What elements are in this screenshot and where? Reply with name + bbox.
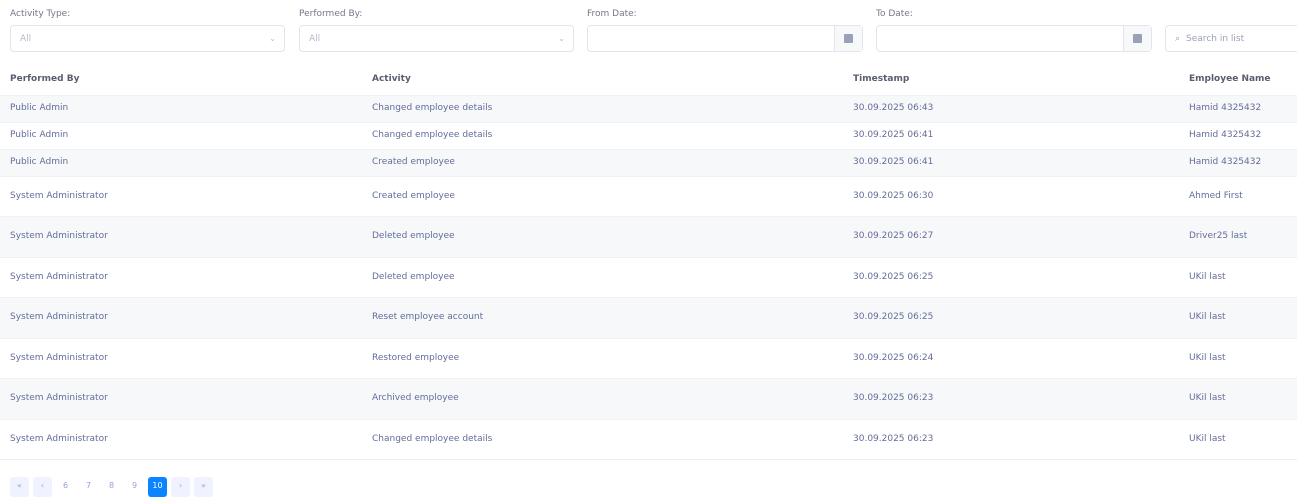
page-button-active[interactable]: 10 — [148, 477, 167, 497]
timestamp-cell: 30.09.2025 06:23 — [853, 433, 934, 444]
activity-cell: Created employee — [372, 190, 455, 201]
employee-name-cell: Driver25 last — [1179, 216, 1297, 257]
activity-cell: Changed employee details — [372, 433, 493, 444]
timestamp-cell: 30.09.2025 06:24 — [853, 352, 934, 363]
from-date-filter: From Date: — [587, 9, 863, 52]
search-filter: ⌕ Search in list — [1165, 9, 1297, 52]
employee-name-cell: Hamid 4325432 — [1179, 149, 1297, 176]
table-row[interactable]: Public Admin Created employee 30.09.2025 0… — [0, 149, 1297, 176]
activity-type-filter: Activity Type: All ⌄ — [10, 9, 285, 52]
page-button[interactable]: 7 — [79, 477, 98, 497]
performed-by-select[interactable]: All ⌄ — [299, 25, 574, 52]
table-row[interactable]: Public Admin Changed employee details 30.0… — [0, 122, 1297, 149]
employee-name-cell: Ahmed First — [1189, 190, 1243, 201]
column-header-performed-by[interactable]: Performed By — [0, 63, 362, 95]
activity-cell: Archived employee — [362, 378, 843, 419]
from-date-input[interactable] — [587, 25, 863, 52]
employee-name-cell: Hamid 4325432 — [1189, 130, 1262, 140]
employee-name-cell: Hamid 4325432 — [1179, 95, 1297, 122]
employee-name-cell: UKil last — [1189, 433, 1226, 444]
activity-type-value: All — [20, 33, 32, 44]
activity-type-label: Activity Type: — [10, 9, 71, 19]
activity-type-select[interactable]: All ⌄ — [10, 25, 285, 52]
timestamp-cell: 30.09.2025 06:23 — [843, 378, 1179, 419]
employee-name-cell: UKil last — [1179, 297, 1297, 338]
next-page-button[interactable]: › — [171, 477, 190, 497]
page-button[interactable]: 6 — [56, 477, 75, 497]
last-page-button[interactable]: » — [194, 477, 213, 497]
table-row[interactable]: System Administrator Archived employee 30.… — [0, 378, 1297, 419]
performed-by-label: Performed By: — [299, 9, 363, 19]
timestamp-cell: 30.09.2025 06:27 — [843, 216, 1179, 257]
performed-by-cell: System Administrator — [10, 190, 108, 201]
search-icon: ⌕ — [1175, 33, 1181, 44]
chevron-down-icon: ⌄ — [558, 34, 565, 43]
column-header-activity[interactable]: Activity — [362, 63, 843, 95]
timestamp-cell: 30.09.2025 06:41 — [853, 130, 934, 140]
search-input[interactable]: ⌕ Search in list — [1165, 25, 1297, 52]
performed-by-filter: Performed By: All ⌄ — [299, 9, 574, 52]
activity-cell: Changed employee details — [372, 130, 493, 140]
page-button[interactable]: 9 — [125, 477, 144, 497]
first-page-button[interactable]: « — [10, 477, 29, 497]
performed-by-cell: System Administrator — [0, 216, 362, 257]
performed-by-cell: Public Admin — [0, 95, 362, 122]
timestamp-cell: 30.09.2025 06:25 — [853, 271, 934, 282]
pagination: « ‹ 6 7 8 9 10 › » — [10, 477, 213, 497]
performed-by-cell: System Administrator — [10, 271, 108, 282]
activity-cell: Deleted employee — [362, 216, 843, 257]
table-row[interactable]: System Administrator Restored employee 30.… — [0, 338, 1297, 379]
performed-by-cell: Public Admin — [10, 130, 69, 140]
table-row[interactable]: System Administrator Created employee 30.0… — [0, 176, 1297, 217]
table-row[interactable]: System Administrator Deleted employee 30.0… — [0, 257, 1297, 298]
from-date-label: From Date: — [587, 9, 637, 19]
performed-by-cell: System Administrator — [0, 297, 362, 338]
table-row[interactable]: System Administrator Deleted employee 30.0… — [0, 216, 1297, 257]
prev-page-button[interactable]: ‹ — [33, 477, 52, 497]
calendar-icon[interactable] — [834, 26, 862, 51]
timestamp-cell: 30.09.2025 06:30 — [853, 190, 934, 201]
performed-by-cell: System Administrator — [10, 352, 108, 363]
column-header-employee-name[interactable]: Employee Name — [1179, 63, 1297, 95]
page-button[interactable]: 8 — [102, 477, 121, 497]
to-date-input[interactable] — [876, 25, 1152, 52]
activity-cell: Deleted employee — [372, 271, 455, 282]
chevron-down-icon: ⌄ — [269, 34, 276, 43]
timestamp-cell: 30.09.2025 06:41 — [843, 149, 1179, 176]
search-placeholder: Search in list — [1186, 33, 1245, 44]
activity-cell: Restored employee — [372, 352, 460, 363]
performed-by-cell: System Administrator — [10, 433, 108, 444]
timestamp-cell: 30.09.2025 06:43 — [843, 95, 1179, 122]
table-row[interactable]: System Administrator Reset employee accou… — [0, 297, 1297, 338]
to-date-label: To Date: — [876, 9, 913, 19]
performed-by-cell: Public Admin — [0, 149, 362, 176]
activity-cell: Reset employee account — [362, 297, 843, 338]
column-header-timestamp[interactable]: Timestamp — [843, 63, 1179, 95]
table-row[interactable]: System Administrator Changed employee det… — [0, 419, 1297, 460]
calendar-icon[interactable] — [1123, 26, 1151, 51]
table-row[interactable]: Public Admin Changed employee details 30.0… — [0, 95, 1297, 122]
activity-cell: Changed employee details — [362, 95, 843, 122]
timestamp-cell: 30.09.2025 06:25 — [843, 297, 1179, 338]
performed-by-value: All — [309, 33, 321, 44]
employee-name-cell: UKil last — [1179, 378, 1297, 419]
performed-by-cell: System Administrator — [0, 378, 362, 419]
activity-table: Performed By Activity Timestamp Employee… — [0, 63, 1297, 460]
activity-cell: Created employee — [362, 149, 843, 176]
employee-name-cell: UKil last — [1189, 352, 1226, 363]
employee-name-cell: UKil last — [1189, 271, 1226, 282]
to-date-filter: To Date: — [876, 9, 1152, 52]
